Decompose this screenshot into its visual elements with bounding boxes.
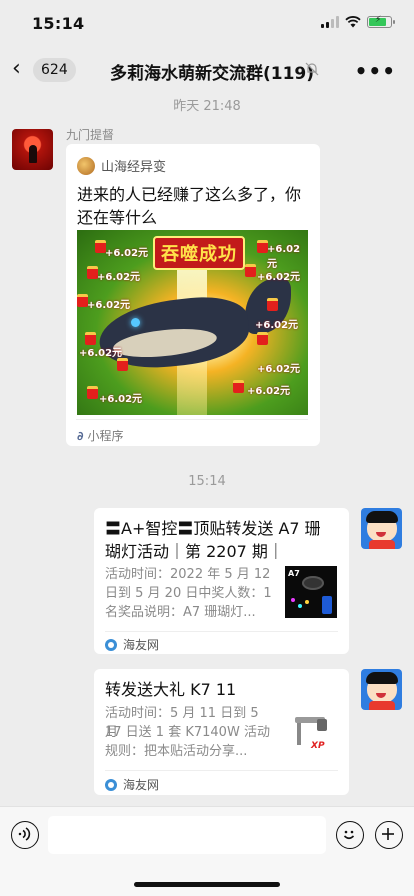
voice-icon[interactable] [11,821,39,849]
bell-slash-icon [305,62,319,76]
avatar[interactable] [12,129,53,170]
mini-program-card[interactable]: 山海经异变 进来的人已经赚了这么多了，你还在等什么 吞噬成功 +6.02元 +6… [66,144,320,446]
mini-program-text: 进来的人已经赚了这么多了，你还在等什么 [77,185,302,227]
article-title: 〓A+智控〓顶贴转发送 A7 珊 [105,519,321,538]
emoji-icon[interactable] [336,821,364,849]
article-title: 瑚灯活动｜第 2207 期｜ [105,542,284,561]
message-timestamp: 昨天 21:48 [173,99,241,114]
mini-program-source-name: 山海经异变 [101,160,167,175]
article-thumbnail: XP [285,705,337,757]
home-indicator [134,882,280,887]
message-timestamp: 15:14 [188,474,226,489]
article-source-name: 海友网 [123,638,160,652]
article-description: 17 日送 1 套 K7140W 活动 [105,725,270,740]
mini-program-footer: ∂ 小程序 [76,419,306,444]
plus-icon[interactable] [375,821,403,849]
haiyou-logo-icon [105,778,117,791]
article-source: 海友网 [105,636,159,653]
avatar[interactable] [361,669,402,710]
chat-header: ‹ 624 多莉海水萌新交流群(119) ••• [0,48,414,92]
avatar[interactable] [361,508,402,549]
article-thumbnail: A7 [285,566,337,618]
chevron-left-icon[interactable]: ‹ [12,58,21,80]
sender-name: 九门提督 [66,128,115,142]
message-input[interactable] [48,816,326,854]
article-title: 转发送大礼 K7 11 [105,680,237,699]
article-description: 规则：把本贴活动分享... [105,744,248,759]
thumbnail-brand-mark: XP [311,741,325,751]
status-icons: ⚡ [321,15,395,28]
mini-program-icon: ∂ [77,428,84,443]
mini-program-label: 小程序 [87,429,124,443]
status-time: 15:14 [32,14,85,33]
battery-icon: ⚡ [367,15,395,28]
status-bar: 15:14 ⚡ [0,0,414,48]
article-description: 活动时间：2022 年 5 月 12 [105,567,271,582]
article-card[interactable]: 转发送大礼 K7 11 活动时间：5 月 11 日到 5 月 17 日送 1 套… [94,669,349,795]
mini-program-image[interactable]: 吞噬成功 +6.02元 +6.02元 +6.02元 +6.02元 +6.02元 … [77,230,308,415]
haiyou-logo-icon [105,638,117,651]
signal-icon [321,16,339,28]
mini-program-logo-icon [77,156,95,175]
chat-title: 多莉海水萌新交流群(119) [110,64,315,84]
mini-program-source: 山海经异变 [77,156,166,175]
article-source-name: 海友网 [123,778,160,792]
more-dots-icon[interactable]: ••• [355,59,396,83]
article-source: 海友网 [105,776,159,793]
game-banner: 吞噬成功 [153,236,245,270]
article-card[interactable]: 〓A+智控〓顶贴转发送 A7 珊 瑚灯活动｜第 2207 期｜ 活动时间：202… [94,508,349,654]
article-description: 名奖品说明：A7 珊瑚灯... [105,605,256,620]
unread-count-badge[interactable]: 624 [33,58,76,82]
article-description: 日到 5 月 20 日中奖人数：1 [105,586,272,601]
wifi-icon [345,16,361,28]
